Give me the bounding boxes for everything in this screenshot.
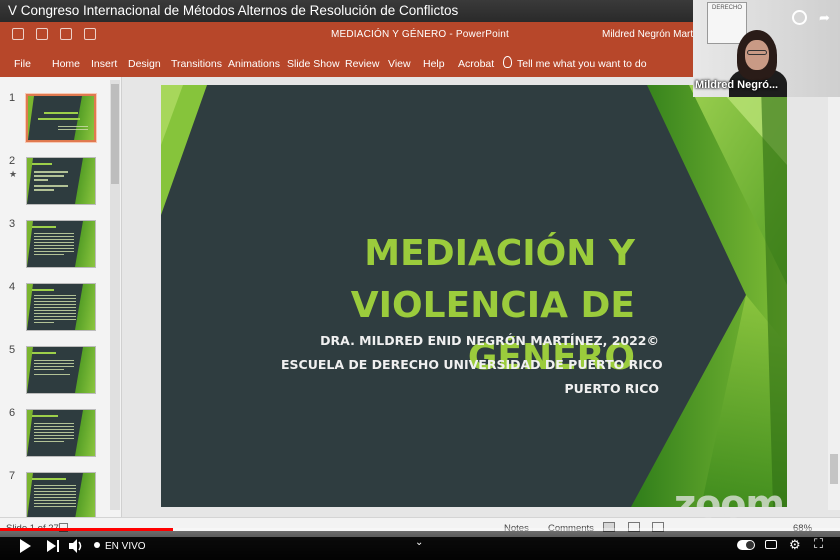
tab-design[interactable]: Design: [128, 58, 161, 70]
thumbnail-number: 6: [9, 407, 16, 419]
participant-name: Mildred Negró...: [695, 79, 779, 91]
tab-help[interactable]: Help: [423, 58, 445, 70]
thumbnail-image: [26, 472, 96, 520]
tab-insert[interactable]: Insert: [91, 58, 117, 70]
next-icon: [47, 540, 59, 552]
play-icon: [20, 539, 31, 553]
thumbnail-scrollbar[interactable]: [110, 80, 120, 510]
thumbnail-slide-2[interactable]: 2 ★: [0, 155, 110, 211]
autoplay-toggle[interactable]: [737, 540, 755, 550]
tab-acrobat[interactable]: Acrobat: [458, 58, 494, 70]
editor-scrollbar[interactable]: [828, 80, 840, 510]
slide-author: DRA. MILDRED ENID NEGRÓN MARTÍNEZ, 2022©: [320, 333, 659, 348]
thumbnail-slide-1[interactable]: 1: [0, 92, 110, 148]
volume-icon: [69, 539, 82, 553]
thumbnail-slide-4[interactable]: 4: [0, 281, 110, 337]
slide-title-line-1: MEDIACIÓN Y: [364, 233, 635, 274]
subtitles-icon[interactable]: [765, 540, 777, 549]
scrollbar-thumb[interactable]: [830, 454, 838, 484]
slide-thumbnail-pane: 1 2 ★ 3 4 5 6 7: [0, 77, 122, 520]
tab-view[interactable]: View: [388, 58, 411, 70]
thumbnail-image: [26, 94, 96, 142]
thumbnail-image: [26, 157, 96, 205]
current-slide[interactable]: MEDIACIÓN Y VIOLENCIA DE GÉNERO DRA. MIL…: [161, 85, 787, 507]
thumbnail-slide-5[interactable]: 5: [0, 344, 110, 400]
tell-me-search[interactable]: Tell me what you want to do: [517, 58, 647, 70]
chevron-down-icon[interactable]: ⌄: [415, 537, 423, 548]
play-button[interactable]: [20, 539, 31, 553]
next-button[interactable]: [46, 539, 60, 556]
volume-button[interactable]: [68, 538, 84, 557]
watch-later-icon[interactable]: [792, 10, 807, 25]
slide-place: PUERTO RICO: [564, 381, 660, 396]
live-indicator[interactable]: EN VIVO: [94, 541, 146, 552]
lightbulb-icon: [503, 56, 512, 68]
video-frame: MEDIACIÓN Y GÉNERO - PowerPoint Mildred …: [0, 0, 840, 560]
animation-star-icon: ★: [9, 169, 18, 179]
settings-gear-icon[interactable]: ⚙: [789, 537, 801, 553]
thumbnail-number: 4: [9, 281, 16, 293]
video-overlay-actions: ➦: [792, 10, 834, 25]
ppt-user-name[interactable]: Mildred Negrón Martín: [602, 29, 701, 40]
live-label: EN VIVO: [105, 541, 146, 552]
thumbnail-number: 2: [9, 155, 16, 167]
share-icon[interactable]: ➦: [819, 10, 834, 25]
thumbnail-image: [26, 283, 96, 331]
scrollbar-thumb[interactable]: [111, 84, 119, 184]
fullscreen-icon[interactable]: ⛶: [814, 536, 823, 552]
tab-animations[interactable]: Animations: [228, 58, 280, 70]
slide-school: ESCUELA DE DERECHO UNIVERSIDAD DE PUERTO…: [281, 357, 663, 372]
thumbnail-image: [26, 346, 96, 394]
zoom-watermark: zoom: [674, 482, 785, 526]
tab-home[interactable]: Home: [52, 58, 80, 70]
thumbnail-image: [26, 409, 96, 457]
player-controls: EN VIVO ⌄ ⚙ ⛶: [0, 531, 840, 560]
thumbnail-slide-3[interactable]: 3: [0, 218, 110, 274]
thumbnail-number: 5: [9, 344, 16, 356]
tab-slide-show[interactable]: Slide Show: [287, 58, 340, 70]
tab-transitions[interactable]: Transitions: [171, 58, 222, 70]
live-dot-icon: [94, 542, 100, 548]
thumbnail-image: [26, 220, 96, 268]
thumbnail-slide-6[interactable]: 6: [0, 407, 110, 463]
thumbnail-number: 7: [9, 470, 16, 482]
tab-review[interactable]: Review: [345, 58, 379, 70]
tab-file[interactable]: File: [14, 58, 31, 70]
thumbnail-number: 3: [9, 218, 16, 230]
thumbnail-number: 1: [9, 92, 16, 104]
